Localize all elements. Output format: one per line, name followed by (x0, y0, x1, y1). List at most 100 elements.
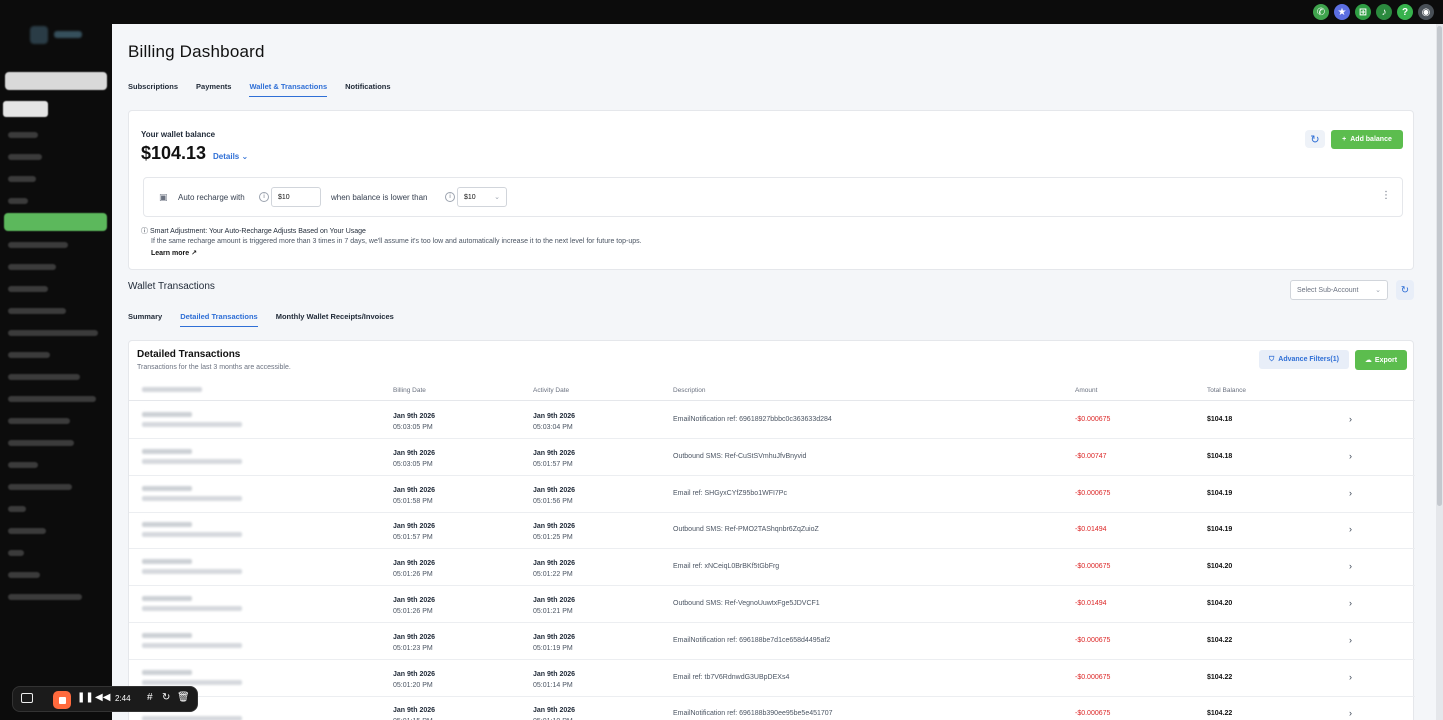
star-icon[interactable]: ★ (1334, 4, 1350, 20)
sidebar-item[interactable] (8, 176, 36, 182)
chevron-right-icon[interactable]: › (1349, 561, 1352, 571)
smart-adjustment-label: Smart Adjustment: Your Auto-Recharge Adj… (149, 228, 366, 235)
chevron-right-icon[interactable]: › (1349, 635, 1352, 645)
tab-monthly-receipts[interactable]: Monthly Wallet Receipts/Invoices (276, 312, 394, 327)
info-icon[interactable]: i (445, 192, 455, 202)
sidebar-quick-action[interactable] (3, 101, 48, 117)
sidebar-item[interactable] (8, 418, 70, 424)
sidebar-item[interactable] (8, 462, 38, 468)
account-email (142, 642, 242, 648)
table-row[interactable]: Jan 9th 2026 05:03:05 PM Jan 9th 2026 05:01… (129, 439, 1415, 476)
activity-time: 05:03:04 PM (533, 424, 573, 431)
tab-wallet-transactions[interactable]: Wallet & Transactions (249, 82, 328, 97)
sidebar-item[interactable] (8, 374, 80, 380)
stop-recording-button[interactable] (53, 691, 71, 709)
threshold-select[interactable]: $10 ⌄ (457, 187, 507, 207)
sidebar-item-active[interactable] (4, 213, 107, 231)
sidebar-item[interactable] (8, 242, 68, 248)
balance-cell: $104.19 (1207, 526, 1233, 534)
account-email (142, 606, 242, 611)
chevron-right-icon[interactable]: › (1349, 414, 1352, 424)
grid-icon[interactable]: # (147, 692, 153, 703)
sub-account-select[interactable]: Select Sub-Account ⌄ (1290, 280, 1388, 300)
column-header-billing-date: Billing Date (393, 387, 426, 394)
table-row[interactable]: Jan 9th 2026 05:01:57 PM Jan 9th 2026 05:01… (129, 512, 1415, 550)
help-icon[interactable]: ? (1397, 4, 1413, 20)
chevron-right-icon[interactable]: › (1349, 524, 1352, 534)
table-row[interactable]: Jan 9th 202605:01:15 PM Jan 9th 202605:01… (129, 696, 1415, 720)
more-options-icon[interactable]: ⋮ (1381, 190, 1391, 201)
billing-time: 05:01:23 PM (393, 644, 433, 652)
wallet-transactions-title: Wallet Transactions (128, 281, 215, 292)
activity-date: Jan 9th 2026 (533, 560, 576, 568)
tab-summary[interactable]: Summary (128, 312, 162, 327)
table-row[interactable]: Jan 9th 2026 05:01:23 PM Jan 9th 2026 05:01… (129, 623, 1415, 660)
sidebar-item[interactable] (8, 506, 26, 512)
rewind-icon[interactable]: ◀◀ (95, 692, 110, 703)
export-button[interactable]: ☁ Export (1355, 350, 1407, 370)
sidebar-item[interactable] (8, 594, 82, 600)
recharge-amount-input[interactable]: $10 (271, 187, 321, 207)
details-label: Details (213, 152, 240, 161)
table-row[interactable]: Jan 9th 2026 05:01:20 PM Jan 9th 2026 05:01… (129, 660, 1415, 697)
sidebar-item[interactable] (8, 484, 72, 490)
chevron-right-icon[interactable]: › (1349, 488, 1352, 498)
sidebar-item[interactable] (8, 440, 74, 446)
chevron-right-icon[interactable]: › (1349, 672, 1352, 682)
sidebar-item[interactable] (8, 396, 96, 402)
camera-icon[interactable] (21, 693, 33, 703)
app-logo[interactable] (28, 24, 86, 44)
balance-cell: $104.22 (1207, 673, 1233, 681)
refresh-transactions-button[interactable]: ↻ (1396, 280, 1414, 300)
table-row[interactable]: Jan 9th 2026 05:03:05 PM Jan 9th 2026 05:03… (129, 402, 1415, 439)
add-balance-button[interactable]: + Add balance (1331, 130, 1403, 149)
table-row[interactable]: Jan 9th 2026 05:01:58 PM Jan 9th 2026 05:01… (129, 476, 1415, 513)
cart-icon[interactable]: ⊞ (1355, 4, 1371, 20)
sidebar-item[interactable] (8, 198, 28, 204)
tab-subscriptions[interactable]: Subscriptions (128, 82, 178, 97)
sidebar-item[interactable] (8, 264, 56, 270)
activity-date-cell: Jan 9th 2026 05:03:04 PM (533, 411, 575, 433)
account-name (142, 522, 192, 528)
chevron-right-icon[interactable]: › (1349, 451, 1352, 461)
table-row[interactable]: Jan 9th 2026 05:01:26 PM Jan 9th 2026 05:01… (129, 549, 1415, 587)
sidebar-search[interactable] (5, 72, 107, 90)
info-icon: ⓘ (141, 228, 148, 235)
amount-cell: -$0.000675 (1075, 673, 1111, 681)
chevron-right-icon[interactable]: › (1349, 708, 1352, 718)
tab-payments[interactable]: Payments (196, 82, 231, 97)
tab-notifications[interactable]: Notifications (345, 82, 390, 97)
bell-icon[interactable]: ♪ (1376, 4, 1392, 20)
activity-time: 05:01:22 PM (533, 571, 573, 579)
sidebar-item[interactable] (8, 286, 48, 292)
sidebar-item[interactable] (8, 550, 24, 556)
column-header-activity-date: Activity Date (533, 387, 570, 394)
sidebar-item[interactable] (8, 572, 40, 578)
pause-icon[interactable]: ❚❚ (77, 692, 94, 703)
activity-date: Jan 9th 2026 (533, 413, 576, 420)
learn-more-link[interactable]: Learn more ↗ (151, 249, 197, 257)
sidebar-item[interactable] (8, 528, 46, 534)
details-dropdown[interactable]: Details ⌄ (213, 152, 248, 161)
info-icon[interactable]: i (259, 192, 269, 202)
sidebar-item[interactable] (8, 154, 42, 160)
threshold-label: when balance is lower than (331, 193, 428, 202)
activity-date-cell: Jan 9th 2026 05:01:25 PM (533, 521, 575, 543)
sidebar-item[interactable] (8, 352, 50, 358)
add-balance-label: Add balance (1350, 136, 1392, 143)
table-row[interactable]: Jan 9th 2026 05:01:26 PM Jan 9th 2026 05:01… (129, 586, 1415, 623)
column-header-amount: Amount (1075, 387, 1098, 394)
tab-detailed-transactions[interactable]: Detailed Transactions (180, 312, 258, 327)
trash-icon[interactable]: 🗑 (177, 692, 190, 703)
sidebar-item[interactable] (8, 330, 98, 336)
scrollbar[interactable] (1436, 24, 1443, 720)
advance-filters-button[interactable]: ⛉ Advance Filters(1) (1259, 350, 1349, 369)
sidebar-item[interactable] (8, 308, 66, 314)
sidebar-item[interactable] (8, 132, 38, 138)
phone-icon[interactable]: ✆ (1313, 4, 1329, 20)
chevron-right-icon[interactable]: › (1349, 598, 1352, 608)
activity-date-cell: Jan 9th 2026 05:01:22 PM (533, 558, 575, 580)
avatar[interactable]: ◉ (1418, 4, 1434, 20)
refresh-balance-button[interactable]: ↻ (1305, 130, 1325, 148)
restart-icon[interactable]: ↻ (162, 692, 170, 703)
